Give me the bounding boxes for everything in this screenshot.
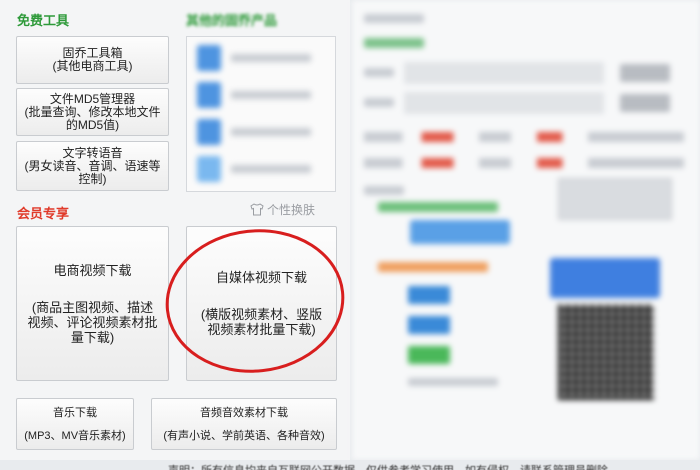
button-subtitle: (横版视频素材、竖版 bbox=[200, 307, 323, 322]
contact-line bbox=[408, 378, 498, 386]
status-row bbox=[364, 158, 684, 168]
button-subtitle: 视频素材批量下载) bbox=[207, 322, 316, 337]
pay-button[interactable] bbox=[408, 286, 450, 304]
button-title: 音频音效素材下载 bbox=[200, 406, 288, 419]
pay-button[interactable] bbox=[408, 346, 450, 364]
free-tools-title: 免费工具 bbox=[17, 13, 70, 28]
account-panel bbox=[352, 0, 700, 460]
label bbox=[364, 68, 394, 77]
button-title: 电商视频下载 bbox=[53, 262, 132, 278]
product-item-2[interactable] bbox=[195, 80, 329, 110]
product-icon bbox=[197, 156, 221, 182]
large-button[interactable] bbox=[558, 178, 672, 220]
button-subtitle: 视频、评论视频素材批 bbox=[27, 314, 158, 330]
product-label bbox=[231, 165, 311, 173]
button-subtitle: (其他电商工具) bbox=[52, 59, 133, 73]
banner-image bbox=[550, 258, 660, 298]
footer-disclaimer: 声明：所有信息均来自互联网公开数据，仅供参考学习使用，如有侵权，请联系管理员删除 bbox=[168, 462, 700, 470]
qr-code bbox=[558, 304, 654, 400]
md5-manager-button[interactable]: 文件MD5管理器 (批量查询、修改本地文件 的MD5值) bbox=[16, 88, 169, 136]
button-title: 自媒体视频下载 bbox=[215, 270, 307, 285]
button-subtitle: (商品主图视频、描述 bbox=[31, 299, 154, 315]
text-to-speech-button[interactable]: 文字转语音 (男女读音、音调、语速等 控制) bbox=[16, 141, 169, 191]
product-item-1[interactable] bbox=[195, 43, 329, 73]
media-video-download-button[interactable]: 自媒体视频下载 (横版视频素材、竖版 视频素材批量下载) bbox=[186, 226, 337, 381]
button-title: 音乐下载 bbox=[53, 406, 97, 419]
label bbox=[364, 98, 394, 107]
product-icon bbox=[197, 82, 221, 108]
product-icon bbox=[197, 45, 221, 71]
button-title: 文件MD5管理器 bbox=[49, 91, 136, 106]
button-subtitle: 的MD5值) bbox=[65, 117, 120, 132]
product-icon bbox=[197, 119, 221, 145]
button-subtitle: (MP3、MV音乐素材) bbox=[24, 429, 126, 442]
input-field[interactable] bbox=[404, 92, 604, 114]
sfx-download-button[interactable]: 音频音效素材下载 (有声小说、学前英语、各种音效) bbox=[151, 398, 337, 450]
music-download-button[interactable]: 音乐下载 (MP3、MV音乐素材) bbox=[16, 398, 134, 450]
footer-bar: 声明：所有信息均来自互联网公开数据，仅供参考学习使用，如有侵权，请联系管理员删除 bbox=[0, 460, 700, 470]
product-label bbox=[231, 54, 311, 62]
label bbox=[364, 186, 404, 195]
pay-button[interactable] bbox=[408, 316, 450, 334]
gq-toolbox-button[interactable]: 固乔工具箱 (其他电商工具) bbox=[16, 36, 169, 84]
skin-button[interactable]: 个性换肤 bbox=[250, 201, 315, 218]
ecom-video-download-button[interactable]: 电商视频下载 (商品主图视频、描述 视频、评论视频素材批 量下载) bbox=[16, 226, 169, 381]
green-step bbox=[378, 202, 498, 212]
action-button[interactable] bbox=[620, 64, 670, 82]
other-products-title: 其他的固乔产品 bbox=[186, 13, 278, 28]
other-products-list bbox=[186, 36, 336, 192]
action-button[interactable] bbox=[620, 94, 670, 112]
orange-step bbox=[378, 262, 488, 272]
status-row bbox=[364, 132, 684, 142]
button-subtitle: (有声小说、学前英语、各种音效) bbox=[163, 429, 325, 442]
panel-title bbox=[364, 14, 424, 23]
product-label bbox=[231, 91, 311, 99]
blue-button[interactable] bbox=[410, 220, 510, 244]
member-title: 会员专享 bbox=[17, 206, 70, 221]
button-subtitle: (男女读音、音调、语速等 bbox=[24, 158, 161, 173]
product-item-3[interactable] bbox=[195, 117, 329, 147]
panel-header bbox=[364, 38, 424, 48]
product-item-4[interactable] bbox=[195, 154, 329, 184]
shirt-icon bbox=[250, 203, 264, 216]
button-subtitle: 量下载) bbox=[70, 329, 115, 345]
input-field[interactable] bbox=[404, 62, 604, 84]
skin-label: 个性换肤 bbox=[267, 203, 316, 217]
button-title: 文字转语音 bbox=[62, 145, 123, 160]
button-subtitle: (批量查询、修改本地文件 bbox=[24, 104, 161, 119]
button-subtitle: 控制) bbox=[78, 171, 107, 186]
product-label bbox=[231, 128, 311, 136]
